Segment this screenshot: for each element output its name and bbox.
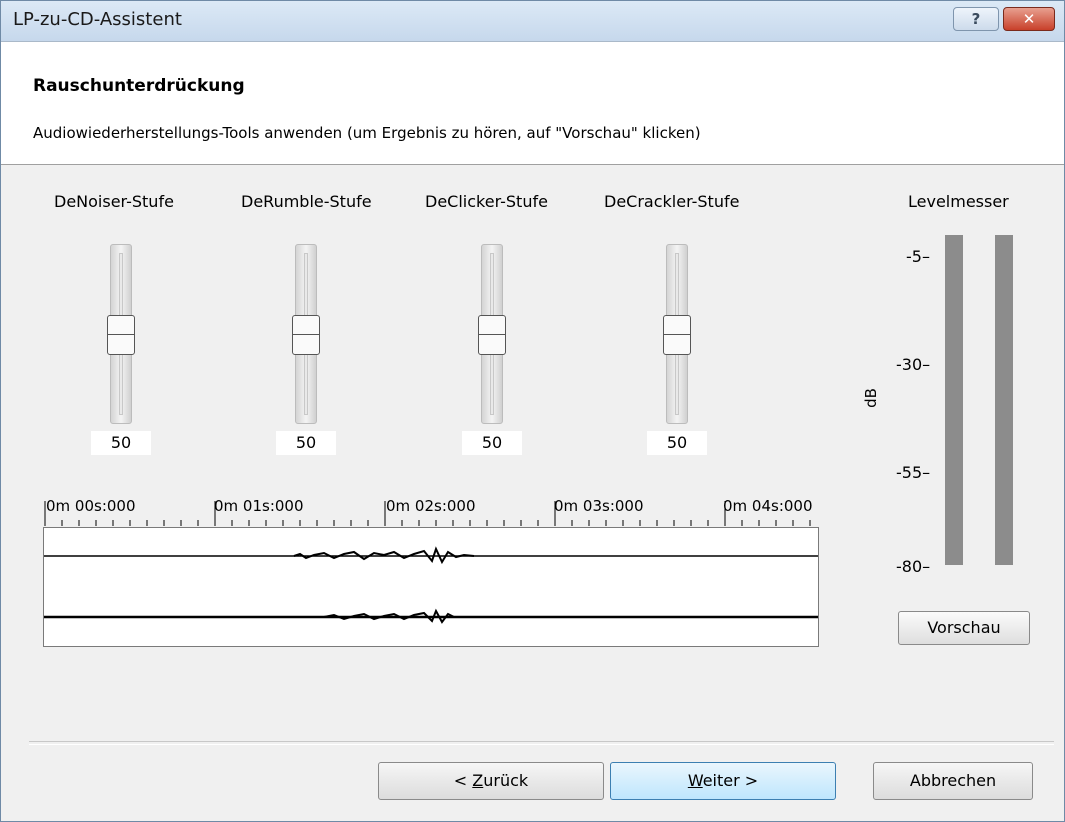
declicker-value: 50 [462, 431, 522, 455]
slider-thumb[interactable] [292, 315, 320, 355]
time-tick: 0m 04s:000 [723, 497, 813, 515]
time-tick: 0m 03s:000 [554, 497, 644, 515]
derumble-label: DeRumble-Stufe [241, 192, 372, 211]
preview-button[interactable]: Vorschau [898, 611, 1030, 645]
close-icon: ✕ [1022, 10, 1036, 28]
derumble-value: 50 [276, 431, 336, 455]
back-button[interactable]: < Zurück [378, 762, 604, 800]
denoiser-slider[interactable] [107, 244, 135, 424]
db-scale-label: -55– [896, 463, 931, 482]
window-title: LP-zu-CD-Assistent [13, 9, 182, 30]
slider-thumb[interactable] [107, 315, 135, 355]
page-description: Audiowiederherstellungs-Tools anwenden (… [33, 124, 701, 142]
denoiser-label: DeNoiser-Stufe [54, 192, 174, 211]
db-axis-label: dB [861, 388, 880, 408]
next-button[interactable]: Weiter > [610, 762, 836, 800]
decrackler-value: 50 [647, 431, 707, 455]
time-tick: 0m 00s:000 [46, 497, 136, 515]
time-ruler: 0m 00s:000 0m 01s:000 0m 02s:000 0m 03s:… [43, 495, 819, 527]
wizard-header: Rauschunterdrückung Audiowiederherstellu… [1, 42, 1064, 165]
decrackler-slider[interactable] [663, 244, 691, 424]
wizard-window: LP-zu-CD-Assistent ? ✕ Rauschunterdrücku… [0, 0, 1065, 822]
denoiser-value: 50 [91, 431, 151, 455]
db-scale-label: -80– [896, 557, 931, 576]
page-title: Rauschunterdrückung [33, 76, 245, 96]
time-tick: 0m 02s:000 [386, 497, 476, 515]
help-button[interactable]: ? [953, 7, 999, 31]
declicker-slider[interactable] [478, 244, 506, 424]
slider-thumb[interactable] [663, 315, 691, 355]
time-tick: 0m 01s:000 [214, 497, 304, 515]
slider-thumb[interactable] [478, 315, 506, 355]
derumble-slider[interactable] [292, 244, 320, 424]
level-meter-label: Levelmesser [908, 192, 1009, 211]
waveform-display[interactable] [43, 527, 819, 647]
footer-divider [29, 741, 1054, 745]
level-meter-right [995, 235, 1013, 565]
decrackler-label: DeCrackler-Stufe [604, 192, 740, 211]
waveform-panel: 0m 00s:000 0m 01s:000 0m 02s:000 0m 03s:… [43, 495, 819, 647]
title-bar: LP-zu-CD-Assistent ? ✕ [1, 1, 1064, 42]
db-scale-label: -5– [906, 247, 930, 266]
cancel-button[interactable]: Abbrechen [873, 762, 1033, 800]
level-meter-left [945, 235, 963, 565]
declicker-label: DeClicker-Stufe [425, 192, 548, 211]
waveform-graphic [44, 546, 818, 624]
db-scale-label: -30– [896, 355, 931, 374]
close-button[interactable]: ✕ [1003, 7, 1055, 31]
